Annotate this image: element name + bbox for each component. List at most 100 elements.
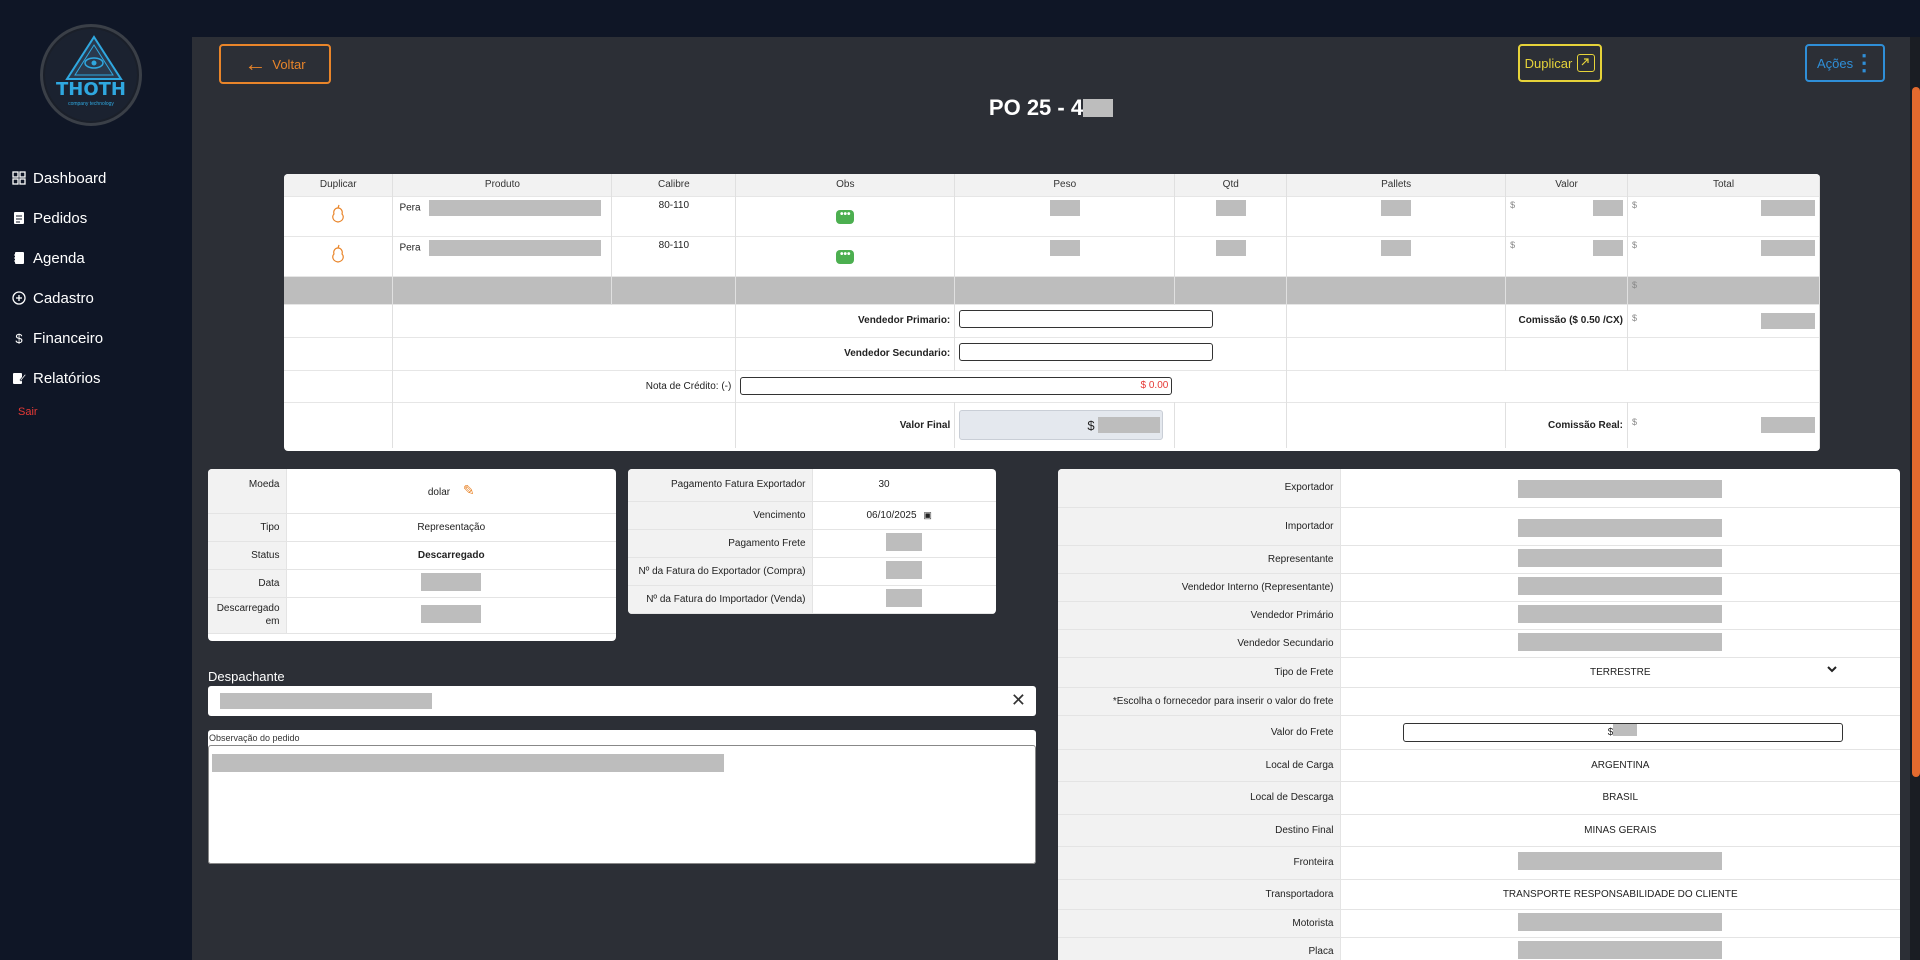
- redacted-block: [1518, 548, 1723, 567]
- nota-credito-input[interactable]: $ 0.00: [740, 377, 1173, 395]
- redacted-block: [1381, 239, 1412, 256]
- back-button-label: Voltar: [272, 56, 306, 72]
- column-header: Pallets: [1286, 174, 1507, 196]
- tipo-frete-select[interactable]: TERRESTRE: [1340, 657, 1900, 688]
- grid-icon: [12, 171, 26, 185]
- vencimento-value: 06/10/2025: [866, 509, 917, 521]
- vendedor-primario-row: Vendedor Primario: Comissão ($ 0.50 /CX)…: [284, 303, 1820, 337]
- redacted-block: [1518, 480, 1723, 499]
- valor-frete-label: Valor do Frete: [1058, 715, 1341, 750]
- logo-text: THOTH: [56, 79, 126, 100]
- observacao-label: Observação do pedido: [209, 733, 300, 743]
- sidebar-item-pedidos[interactable]: Pedidos: [12, 198, 106, 238]
- triangle-eye-logo-icon: [65, 35, 123, 80]
- redacted-block: [1381, 199, 1412, 216]
- currency-symbol: $: [1087, 418, 1095, 434]
- pear-fruit-icon[interactable]: [327, 204, 349, 229]
- pencil-edit-icon[interactable]: ✎: [463, 482, 475, 498]
- destino-final-value: MINAS GERAIS: [1340, 814, 1900, 847]
- fatura-importador-label: Nº da Fatura do Importador (Venda): [628, 585, 813, 614]
- sidebar-item-label: Relatórios: [33, 369, 101, 387]
- chat-bubble-icon[interactable]: •••: [836, 209, 855, 224]
- observacao-textarea[interactable]: [208, 745, 1036, 864]
- sidebar-item-label: Financeiro: [33, 329, 104, 347]
- column-header: Total: [1627, 174, 1820, 196]
- redacted-block: [1761, 239, 1815, 256]
- valor-cell: $: [1505, 235, 1629, 276]
- frete-warning: *Escolha o fornecedor para inserir o val…: [1058, 687, 1341, 716]
- placa-label: Placa: [1058, 937, 1341, 960]
- redacted-block: [1215, 239, 1246, 256]
- vencimento-field[interactable]: 06/10/2025 ▣: [812, 501, 996, 530]
- tipo-label: Tipo: [208, 513, 287, 542]
- scrollbar-thumb[interactable]: [1912, 87, 1920, 777]
- produto-name: Pera: [399, 202, 421, 214]
- transportadora-value: TRANSPORTE RESPONSABILIDADE DO CLIENTE: [1340, 879, 1900, 910]
- column-header: Obs: [735, 174, 956, 196]
- pear-fruit-icon[interactable]: [327, 244, 349, 269]
- vendedor-secundario-label: Vendedor Secundario: [1058, 629, 1341, 658]
- chat-bubble-icon[interactable]: •••: [836, 249, 855, 264]
- column-header: Produto: [392, 174, 613, 196]
- sidebar-item-cadastro[interactable]: Cadastro: [12, 278, 106, 318]
- redacted-block: [1518, 632, 1723, 651]
- fronteira-label: Fronteira: [1058, 846, 1341, 880]
- nota-credito-row: Nota de Crédito: (-) $ 0.00: [284, 369, 1820, 402]
- redacted-block: [1049, 199, 1080, 216]
- pagamento-fatura-value[interactable]: 30: [812, 469, 996, 502]
- vendedor-primario-label: Vendedor Primario:: [735, 303, 956, 337]
- vendedor-secundario-row: Vendedor Secundario:: [284, 336, 1820, 370]
- close-icon[interactable]: ✕: [1011, 690, 1026, 711]
- column-header: Calibre: [611, 174, 737, 196]
- redacted-block: [1518, 604, 1723, 623]
- scrollbar-track[interactable]: [1910, 37, 1920, 960]
- nota-credito-label: Nota de Crédito: (-): [392, 369, 737, 402]
- produto-name: Pera: [399, 242, 421, 254]
- products-table: Duplicar Produto Calibre Obs Peso Qtd Pa…: [284, 174, 1820, 451]
- sidebar-item-agenda[interactable]: Agenda: [12, 238, 106, 278]
- sidebar-item-label: Dashboard: [33, 169, 107, 187]
- qtd-cell: [1174, 195, 1288, 236]
- pagamento-frete-value: [812, 529, 996, 558]
- order-info-card: Moeda dolar ✎ Tipo Representação Status …: [208, 469, 616, 641]
- descarregado-label: Descarregado em: [208, 597, 287, 634]
- duplicate-button[interactable]: Duplicar: [1518, 44, 1602, 82]
- tipo-value: Representação: [286, 513, 616, 542]
- redacted-block: [1761, 417, 1815, 434]
- column-header: Peso: [954, 174, 1176, 196]
- sidebar-item-relatorios[interactable]: Relatórios: [12, 358, 106, 398]
- local-carga-label: Local de Carga: [1058, 749, 1341, 782]
- calendar-icon[interactable]: ▣: [923, 510, 932, 520]
- representante-label: Representante: [1058, 545, 1341, 574]
- redacted-block: [1098, 417, 1161, 434]
- vencimento-label: Vencimento: [628, 501, 813, 530]
- obs-cell: •••: [735, 195, 956, 236]
- duplicate-icon: [1577, 54, 1596, 72]
- sidebar: THOTH company technology Dashboard Pedid…: [0, 0, 192, 960]
- company-logo[interactable]: THOTH company technology: [40, 24, 142, 126]
- total-cell: $: [1627, 235, 1820, 276]
- sidebar-item-label: Agenda: [33, 249, 85, 267]
- redacted-block: [421, 604, 482, 623]
- sidebar-item-financeiro[interactable]: $ Financeiro: [12, 318, 106, 358]
- currency-symbol: $: [1510, 199, 1516, 210]
- table-row: Pera 80-110 ••• $ $: [284, 235, 1820, 276]
- data-label: Data: [208, 569, 287, 598]
- sidebar-item-dashboard[interactable]: Dashboard: [12, 158, 106, 198]
- vendedor-secundario-input[interactable]: [959, 343, 1214, 361]
- logout-link[interactable]: Sair: [18, 406, 38, 418]
- back-button[interactable]: ← Voltar: [219, 44, 331, 84]
- payment-info-card: Pagamento Fatura Exportador 30 Venciment…: [628, 469, 996, 614]
- actions-button-label: Ações: [1817, 55, 1854, 71]
- moeda-value-cell: dolar ✎: [286, 469, 616, 514]
- importador-label: Importador: [1058, 507, 1341, 546]
- actions-menu-button[interactable]: Ações ⋮: [1805, 44, 1885, 82]
- currency-symbol: $: [1632, 279, 1638, 290]
- vendedor-primario-input[interactable]: [959, 310, 1214, 328]
- valor-frete-input[interactable]: $: [1402, 722, 1843, 742]
- notebook-icon: [12, 251, 26, 265]
- despachante-select[interactable]: ✕: [208, 686, 1036, 716]
- document-icon: [12, 211, 26, 225]
- chevron-down-icon: [1826, 664, 1838, 677]
- exportador-label: Exportador: [1058, 469, 1341, 508]
